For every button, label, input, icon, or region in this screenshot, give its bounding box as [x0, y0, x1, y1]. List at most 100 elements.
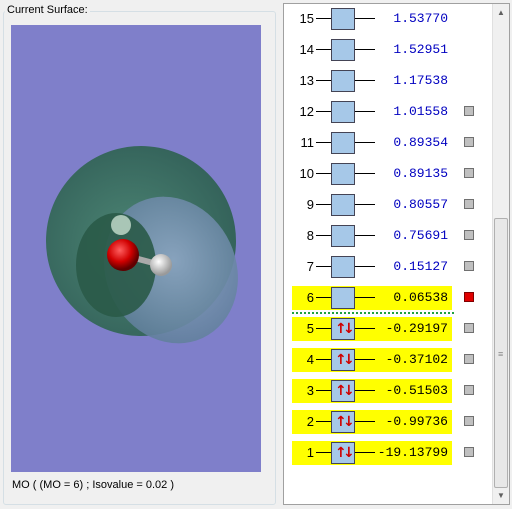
- level-line-right: [355, 359, 375, 360]
- level-line-right: [355, 204, 375, 205]
- spin-down-icon: ↓: [343, 352, 355, 368]
- orbital-level-box[interactable]: [331, 101, 355, 123]
- level-line-right: [355, 390, 375, 391]
- grip-icon: ≡: [498, 349, 504, 359]
- orbital-number: 7: [306, 259, 314, 274]
- orbital-level-box[interactable]: [331, 70, 355, 92]
- orbital-energy: -19.13799: [377, 445, 448, 460]
- level-line-right: [355, 297, 375, 298]
- orbital-number: 3: [306, 383, 314, 398]
- surface-checkbox[interactable]: [464, 168, 474, 178]
- orbital-row[interactable]: 4 ↑ ↓ -0.37102: [284, 348, 494, 372]
- level-line-right: [355, 452, 375, 453]
- orbital-level-box[interactable]: ↑ ↓: [331, 318, 355, 340]
- level-line-left: [316, 297, 331, 298]
- orbital-row[interactable]: 8 0.75691: [284, 224, 494, 248]
- orbital-energy: -0.51503: [385, 383, 448, 398]
- orbital-number: 13: [299, 73, 314, 88]
- orbital-number: 12: [299, 104, 314, 119]
- orbital-row[interactable]: 14 1.52951: [284, 38, 494, 62]
- surface-checkbox[interactable]: [464, 385, 474, 395]
- level-line-left: [316, 204, 331, 205]
- level-line-left: [316, 390, 331, 391]
- orbital-row[interactable]: 2 ↑ ↓ -0.99736: [284, 410, 494, 434]
- level-line-right: [355, 18, 375, 19]
- orbital-number: 5: [306, 321, 314, 336]
- level-line-right: [355, 111, 375, 112]
- level-line-left: [316, 142, 331, 143]
- level-line-right: [355, 49, 375, 50]
- orbital-energy: 0.75691: [393, 228, 448, 243]
- level-line-right: [355, 328, 375, 329]
- orbital-row[interactable]: 10 0.89135: [284, 162, 494, 186]
- level-line-right: [355, 421, 375, 422]
- level-line-left: [316, 173, 331, 174]
- orbital-number: 14: [299, 42, 314, 57]
- orbital-level-box[interactable]: [331, 39, 355, 61]
- orbital-level-box[interactable]: [331, 194, 355, 216]
- level-line-left: [316, 266, 331, 267]
- level-line-left: [316, 49, 331, 50]
- orbital-number: 4: [306, 352, 314, 367]
- orbital-row[interactable]: 7 0.15127: [284, 255, 494, 279]
- level-line-left: [316, 235, 331, 236]
- surface-checkbox[interactable]: [464, 230, 474, 240]
- orbital-level-box[interactable]: [331, 225, 355, 247]
- level-line-left: [316, 328, 331, 329]
- scrollbar-thumb[interactable]: ≡: [494, 218, 508, 488]
- level-line-left: [316, 111, 331, 112]
- orbital-number: 15: [299, 11, 314, 26]
- orbital-number: 1: [306, 445, 314, 460]
- orbital-row[interactable]: 15 1.53770: [284, 7, 494, 31]
- orbital-level-box[interactable]: ↑ ↓: [331, 442, 355, 464]
- orbital-energy: 1.52951: [393, 42, 448, 57]
- orbital-number: 9: [306, 197, 314, 212]
- mo-energy-list[interactable]: 15 1.53770 14 1.52951 13 1.17538 12 1.01558 11 0.…: [283, 3, 510, 505]
- surface-checkbox[interactable]: [464, 416, 474, 426]
- orbital-level-box[interactable]: [331, 163, 355, 185]
- vertical-scrollbar[interactable]: ▲ ≡ ▼: [492, 4, 509, 504]
- orbital-level-box[interactable]: ↑ ↓: [331, 380, 355, 402]
- orbital-number: 2: [306, 414, 314, 429]
- surface-checkbox[interactable]: [464, 323, 474, 333]
- orbital-energy: -0.29197: [385, 321, 448, 336]
- orbital-row[interactable]: 6 0.06538: [284, 286, 494, 310]
- surface-checkbox[interactable]: [464, 137, 474, 147]
- surface-checkbox[interactable]: [464, 354, 474, 364]
- level-line-left: [316, 80, 331, 81]
- orbital-energy: 0.06538: [393, 290, 448, 305]
- orbital-energy: 1.17538: [393, 73, 448, 88]
- orbital-level-box[interactable]: ↑ ↓: [331, 411, 355, 433]
- surface-checkbox[interactable]: [464, 199, 474, 209]
- surface-checkbox[interactable]: [464, 261, 474, 271]
- level-line-right: [355, 142, 375, 143]
- orbital-level-box[interactable]: [331, 132, 355, 154]
- orbital-level-box[interactable]: [331, 256, 355, 278]
- surface-checkbox[interactable]: [464, 447, 474, 457]
- surface-selected-checkbox[interactable]: [464, 292, 474, 302]
- level-line-left: [316, 18, 331, 19]
- surface-checkbox[interactable]: [464, 106, 474, 116]
- homo-lumo-divider: [292, 312, 454, 314]
- scroll-up-icon[interactable]: ▲: [493, 4, 509, 21]
- orbital-row[interactable]: 12 1.01558: [284, 100, 494, 124]
- level-line-right: [355, 80, 375, 81]
- orbital-row[interactable]: 5 ↑ ↓ -0.29197: [284, 317, 494, 341]
- orbital-level-box[interactable]: ↑ ↓: [331, 349, 355, 371]
- orbital-level-box[interactable]: [331, 287, 355, 309]
- orbital-energy: 0.89135: [393, 166, 448, 181]
- orbital-row[interactable]: 11 0.89354: [284, 131, 494, 155]
- orbital-energy: -0.99736: [385, 414, 448, 429]
- level-line-left: [316, 452, 331, 453]
- orbital-number: 6: [306, 290, 314, 305]
- orbital-level-box[interactable]: [331, 8, 355, 30]
- level-line-right: [355, 235, 375, 236]
- orbital-row[interactable]: 3 ↑ ↓ -0.51503: [284, 379, 494, 403]
- orbital-row[interactable]: 1 ↑ ↓ -19.13799: [284, 441, 494, 465]
- orbital-row[interactable]: 13 1.17538: [284, 69, 494, 93]
- scroll-down-icon[interactable]: ▼: [493, 487, 509, 504]
- level-line-left: [316, 421, 331, 422]
- orbital-energy: 0.89354: [393, 135, 448, 150]
- molecule-viewport[interactable]: [11, 25, 261, 472]
- orbital-row[interactable]: 9 0.80557: [284, 193, 494, 217]
